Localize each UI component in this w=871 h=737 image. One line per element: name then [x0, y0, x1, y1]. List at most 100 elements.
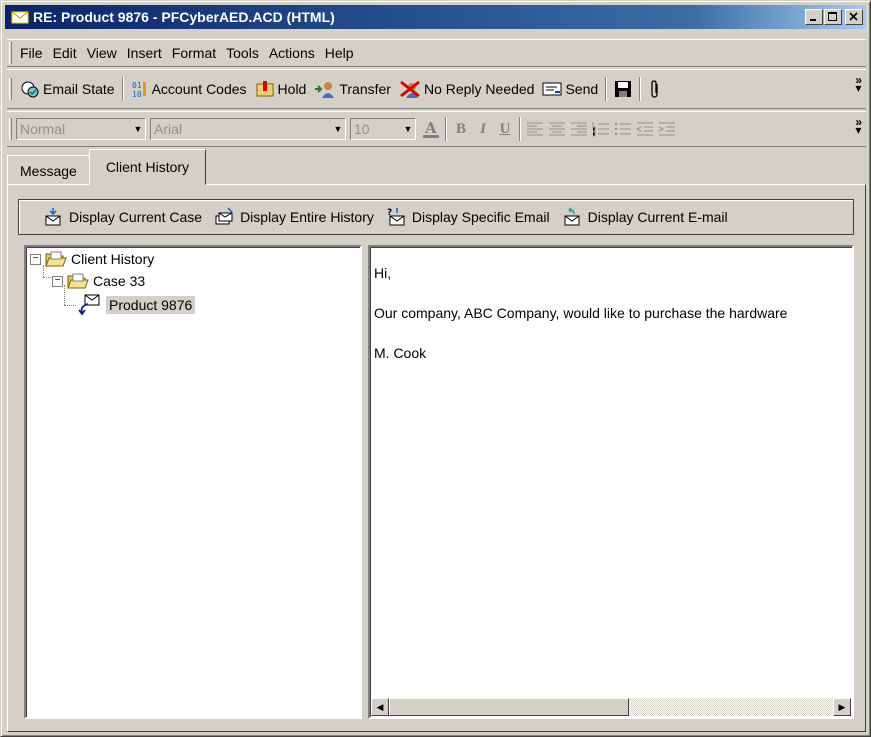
tree-connector	[64, 305, 76, 306]
history-tree[interactable]: − Client History − Case 33 Product 9876	[24, 245, 362, 719]
menu-format[interactable]: Format	[168, 45, 222, 61]
scroll-thumb[interactable]	[389, 698, 629, 716]
menu-insert[interactable]: Insert	[123, 45, 168, 61]
open-folder-icon	[45, 251, 67, 267]
maximize-icon	[828, 12, 837, 21]
display-current-email-label: Display Current E-mail	[587, 209, 728, 225]
tab-client-history[interactable]: Client History	[88, 149, 207, 185]
style-value: Normal	[20, 121, 66, 137]
align-center-button[interactable]	[546, 118, 568, 140]
tree-node-email[interactable]: Product 9876	[76, 294, 196, 316]
toolbar-separator	[605, 77, 608, 101]
italic-button[interactable]: I	[472, 118, 494, 140]
main-toolbar: Email State 01 10 Account Codes Hold Tran…	[7, 69, 866, 109]
menu-view[interactable]: View	[83, 45, 123, 61]
bullet-list-button[interactable]	[612, 118, 634, 140]
no-reply-needed-button[interactable]: No Reply Needed	[395, 76, 539, 102]
email-state-button[interactable]: Email State	[16, 76, 119, 102]
tree-label-email: Product 9876	[106, 296, 196, 314]
chevron-down-icon: ▼	[403, 124, 413, 134]
menu-help[interactable]: Help	[321, 45, 360, 61]
menu-file[interactable]: File	[16, 45, 49, 61]
transfer-button[interactable]: Transfer	[310, 76, 395, 102]
numbered-list-icon	[592, 122, 609, 137]
send-icon	[542, 82, 562, 96]
numbered-list-button[interactable]	[590, 118, 612, 140]
decrease-indent-button[interactable]	[634, 118, 656, 140]
current-email-icon	[564, 207, 580, 226]
scroll-track[interactable]	[629, 698, 833, 716]
font-value: Arial	[154, 121, 183, 137]
entire-history-icon	[215, 207, 233, 225]
transfer-label: Transfer	[339, 81, 391, 97]
attach-button[interactable]	[644, 76, 666, 102]
account-codes-button[interactable]: 01 10 Account Codes	[127, 76, 251, 102]
scroll-right-button[interactable]: ▶	[833, 698, 851, 716]
display-specific-email-button[interactable]: ? Display Specific Email	[382, 207, 554, 227]
hold-label: Hold	[277, 81, 307, 97]
envelope-icon	[11, 10, 29, 24]
menu-actions[interactable]: Actions	[265, 45, 321, 61]
close-icon	[849, 12, 858, 21]
hold-button[interactable]: Hold	[251, 76, 311, 102]
tree-node-case[interactable]: − Case 33	[52, 271, 145, 291]
tree-label-case: Case 33	[93, 273, 146, 289]
save-icon	[615, 81, 632, 97]
display-current-case-label: Display Current Case	[69, 209, 203, 225]
menu-bar: File Edit View Insert Format Tools Actio…	[7, 39, 866, 67]
chevron-down-icon: ▼	[133, 124, 143, 134]
align-left-button[interactable]	[524, 118, 546, 140]
horizontal-scrollbar[interactable]: ◀ ▶	[371, 698, 851, 716]
tree-label-client-history: Client History	[71, 251, 155, 267]
format-separator	[519, 117, 521, 141]
display-specific-email-label: Display Specific Email	[411, 209, 550, 225]
send-button[interactable]: Send	[538, 76, 602, 102]
message-preview[interactable]: Hi, Our company, ABC Company, would like…	[368, 245, 854, 719]
account-codes-label: Account Codes	[151, 81, 247, 97]
maximize-button[interactable]	[824, 9, 842, 25]
font-color-button[interactable]: A	[420, 118, 442, 140]
close-button[interactable]	[845, 9, 863, 25]
menu-bar-grip[interactable]	[9, 42, 12, 64]
tab-message[interactable]: Message	[7, 155, 90, 185]
collapse-icon[interactable]: −	[30, 253, 41, 265]
title-bar[interactable]: RE: Product 9876 - PFCyberAED.ACD (HTML)	[5, 5, 866, 29]
chevron-down-icon: ▼	[333, 124, 343, 134]
toolbar-grip[interactable]	[9, 78, 12, 100]
collapse-icon[interactable]: −	[52, 275, 63, 287]
display-current-case-button[interactable]: Display Current Case	[39, 207, 206, 227]
display-current-email-button[interactable]: Display Current E-mail	[558, 207, 732, 227]
open-folder-icon	[67, 273, 89, 289]
decrease-indent-icon	[636, 122, 653, 136]
arrow-right-icon: ▶	[838, 701, 846, 712]
toolbar-overflow-chevron-icon[interactable]: » ▾	[855, 74, 862, 94]
font-size-combo[interactable]: 10 ▼	[350, 118, 416, 140]
align-right-button[interactable]	[568, 118, 590, 140]
current-case-icon	[45, 208, 61, 226]
align-right-icon	[571, 122, 587, 136]
tree-node-client-history[interactable]: − Client History	[30, 249, 154, 269]
message-text: Our company, ABC Company, would like to …	[374, 305, 788, 321]
increase-indent-button[interactable]	[656, 118, 678, 140]
send-label: Send	[565, 81, 599, 97]
font-size-value: 10	[354, 121, 370, 137]
format-overflow-chevron-icon[interactable]: » ▾	[855, 116, 862, 136]
account-codes-icon: 0110	[132, 81, 146, 98]
menu-edit[interactable]: Edit	[49, 45, 83, 61]
scroll-left-button[interactable]: ◀	[371, 698, 389, 716]
font-combo[interactable]: Arial ▼	[150, 118, 346, 140]
display-entire-history-button[interactable]: Display Entire History	[210, 207, 378, 227]
specific-email-icon: ?	[387, 208, 405, 226]
underline-button[interactable]: U	[494, 118, 516, 140]
save-button[interactable]	[610, 76, 636, 102]
email-state-icon	[21, 81, 39, 98]
minimize-button[interactable]	[805, 9, 823, 25]
bold-button[interactable]: B	[450, 118, 472, 140]
svg-text:01: 01	[132, 81, 142, 90]
email-window: RE: Product 9876 - PFCyberAED.ACD (HTML)…	[0, 0, 871, 737]
formatting-toolbar: Normal ▼ Arial ▼ 10 ▼ A B I U » ▾	[7, 111, 866, 147]
style-combo[interactable]: Normal ▼	[16, 118, 146, 140]
menu-tools[interactable]: Tools	[222, 45, 265, 61]
window-title: RE: Product 9876 - PFCyberAED.ACD (HTML)	[33, 9, 335, 25]
format-toolbar-grip[interactable]	[9, 118, 12, 140]
